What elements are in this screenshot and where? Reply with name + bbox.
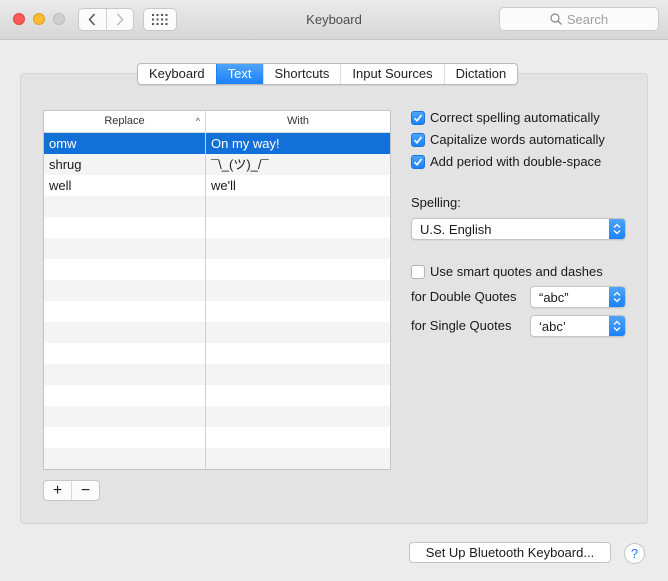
column-divider	[205, 133, 206, 469]
empty-table-row	[44, 406, 390, 427]
double-quotes-label: for Double Quotes	[411, 289, 517, 304]
spelling-label: Spelling:	[411, 195, 461, 210]
tab-shortcuts[interactable]: Shortcuts	[262, 64, 341, 84]
spelling-value: U.S. English	[420, 221, 492, 237]
add-period-checkbox[interactable]: Add period with double-space	[411, 154, 601, 169]
single-quotes-popup[interactable]: ‘abc’	[530, 315, 626, 337]
up-down-arrows-icon	[609, 219, 625, 239]
with-cell: we'll	[211, 178, 236, 193]
table-row[interactable]: well we'll	[44, 175, 390, 196]
up-down-arrows-icon	[609, 287, 625, 307]
add-remove-controls: + −	[43, 480, 100, 501]
tab-text[interactable]: Text	[215, 64, 263, 84]
empty-table-row	[44, 301, 390, 322]
smart-quotes-checkbox[interactable]: Use smart quotes and dashes	[411, 264, 603, 279]
correct-spelling-label: Correct spelling automatically	[430, 110, 600, 125]
capitalize-words-checkbox[interactable]: Capitalize words automatically	[411, 132, 605, 147]
sort-ascending-icon: ^	[195, 116, 200, 126]
replace-cell: well	[49, 178, 72, 193]
tab-dictation[interactable]: Dictation	[443, 64, 518, 84]
empty-table-row	[44, 364, 390, 385]
tab-bar: Keyboard Text Shortcuts Input Sources Di…	[137, 63, 519, 85]
capitalize-words-label: Capitalize words automatically	[430, 132, 605, 147]
empty-table-row	[44, 385, 390, 406]
help-button[interactable]: ?	[624, 543, 645, 564]
empty-table-row	[44, 322, 390, 343]
search-icon	[550, 13, 562, 25]
replace-cell: shrug	[49, 157, 82, 172]
tab-keyboard[interactable]: Keyboard	[138, 64, 216, 84]
table-header: Replace ^ With	[44, 111, 390, 133]
checkbox-checked-icon	[411, 110, 425, 125]
title-bar: Keyboard Search	[0, 0, 668, 40]
tab-input-sources[interactable]: Input Sources	[340, 64, 443, 84]
empty-table-row	[44, 196, 390, 217]
column-header-with[interactable]: With	[206, 111, 390, 132]
smart-quotes-label: Use smart quotes and dashes	[430, 264, 603, 279]
column-header-replace-label: Replace	[104, 115, 145, 127]
correct-spelling-checkbox[interactable]: Correct spelling automatically	[411, 110, 600, 125]
empty-table-row	[44, 280, 390, 301]
empty-table-row	[44, 427, 390, 448]
search-placeholder: Search	[566, 11, 609, 27]
set-up-bluetooth-keyboard-button[interactable]: Set Up Bluetooth Keyboard...	[409, 542, 611, 563]
column-header-replace[interactable]: Replace ^	[44, 111, 206, 132]
with-cell: On my way!	[211, 136, 280, 151]
search-field[interactable]: Search	[499, 7, 659, 31]
replace-cell: omw	[49, 136, 77, 151]
table-row[interactable]: omw On my way!	[44, 133, 390, 154]
empty-table-row	[44, 448, 390, 469]
checkbox-checked-icon	[411, 154, 425, 169]
empty-table-row	[44, 343, 390, 364]
empty-table-row	[44, 217, 390, 238]
checkbox-checked-icon	[411, 132, 425, 147]
add-period-label: Add period with double-space	[430, 154, 602, 169]
spelling-popup[interactable]: U.S. English	[411, 218, 626, 240]
double-quotes-value: “abc”	[539, 289, 569, 305]
double-quotes-popup[interactable]: “abc”	[530, 286, 626, 308]
remove-button[interactable]: −	[71, 481, 99, 500]
empty-table-row	[44, 238, 390, 259]
empty-table-row	[44, 259, 390, 280]
checkbox-unchecked-icon	[411, 264, 425, 279]
text-replacement-table: Replace ^ With omw On my way! shrug ¯\_(…	[43, 110, 391, 470]
with-cell: ¯\_(ツ)_/¯	[211, 157, 269, 172]
single-quotes-label: for Single Quotes	[411, 318, 512, 333]
add-button[interactable]: +	[44, 481, 71, 500]
single-quotes-value: ‘abc’	[539, 318, 566, 334]
table-body: omw On my way! shrug ¯\_(ツ)_/¯ well we'l…	[44, 133, 390, 469]
up-down-arrows-icon	[609, 316, 625, 336]
table-row[interactable]: shrug ¯\_(ツ)_/¯	[44, 154, 390, 175]
